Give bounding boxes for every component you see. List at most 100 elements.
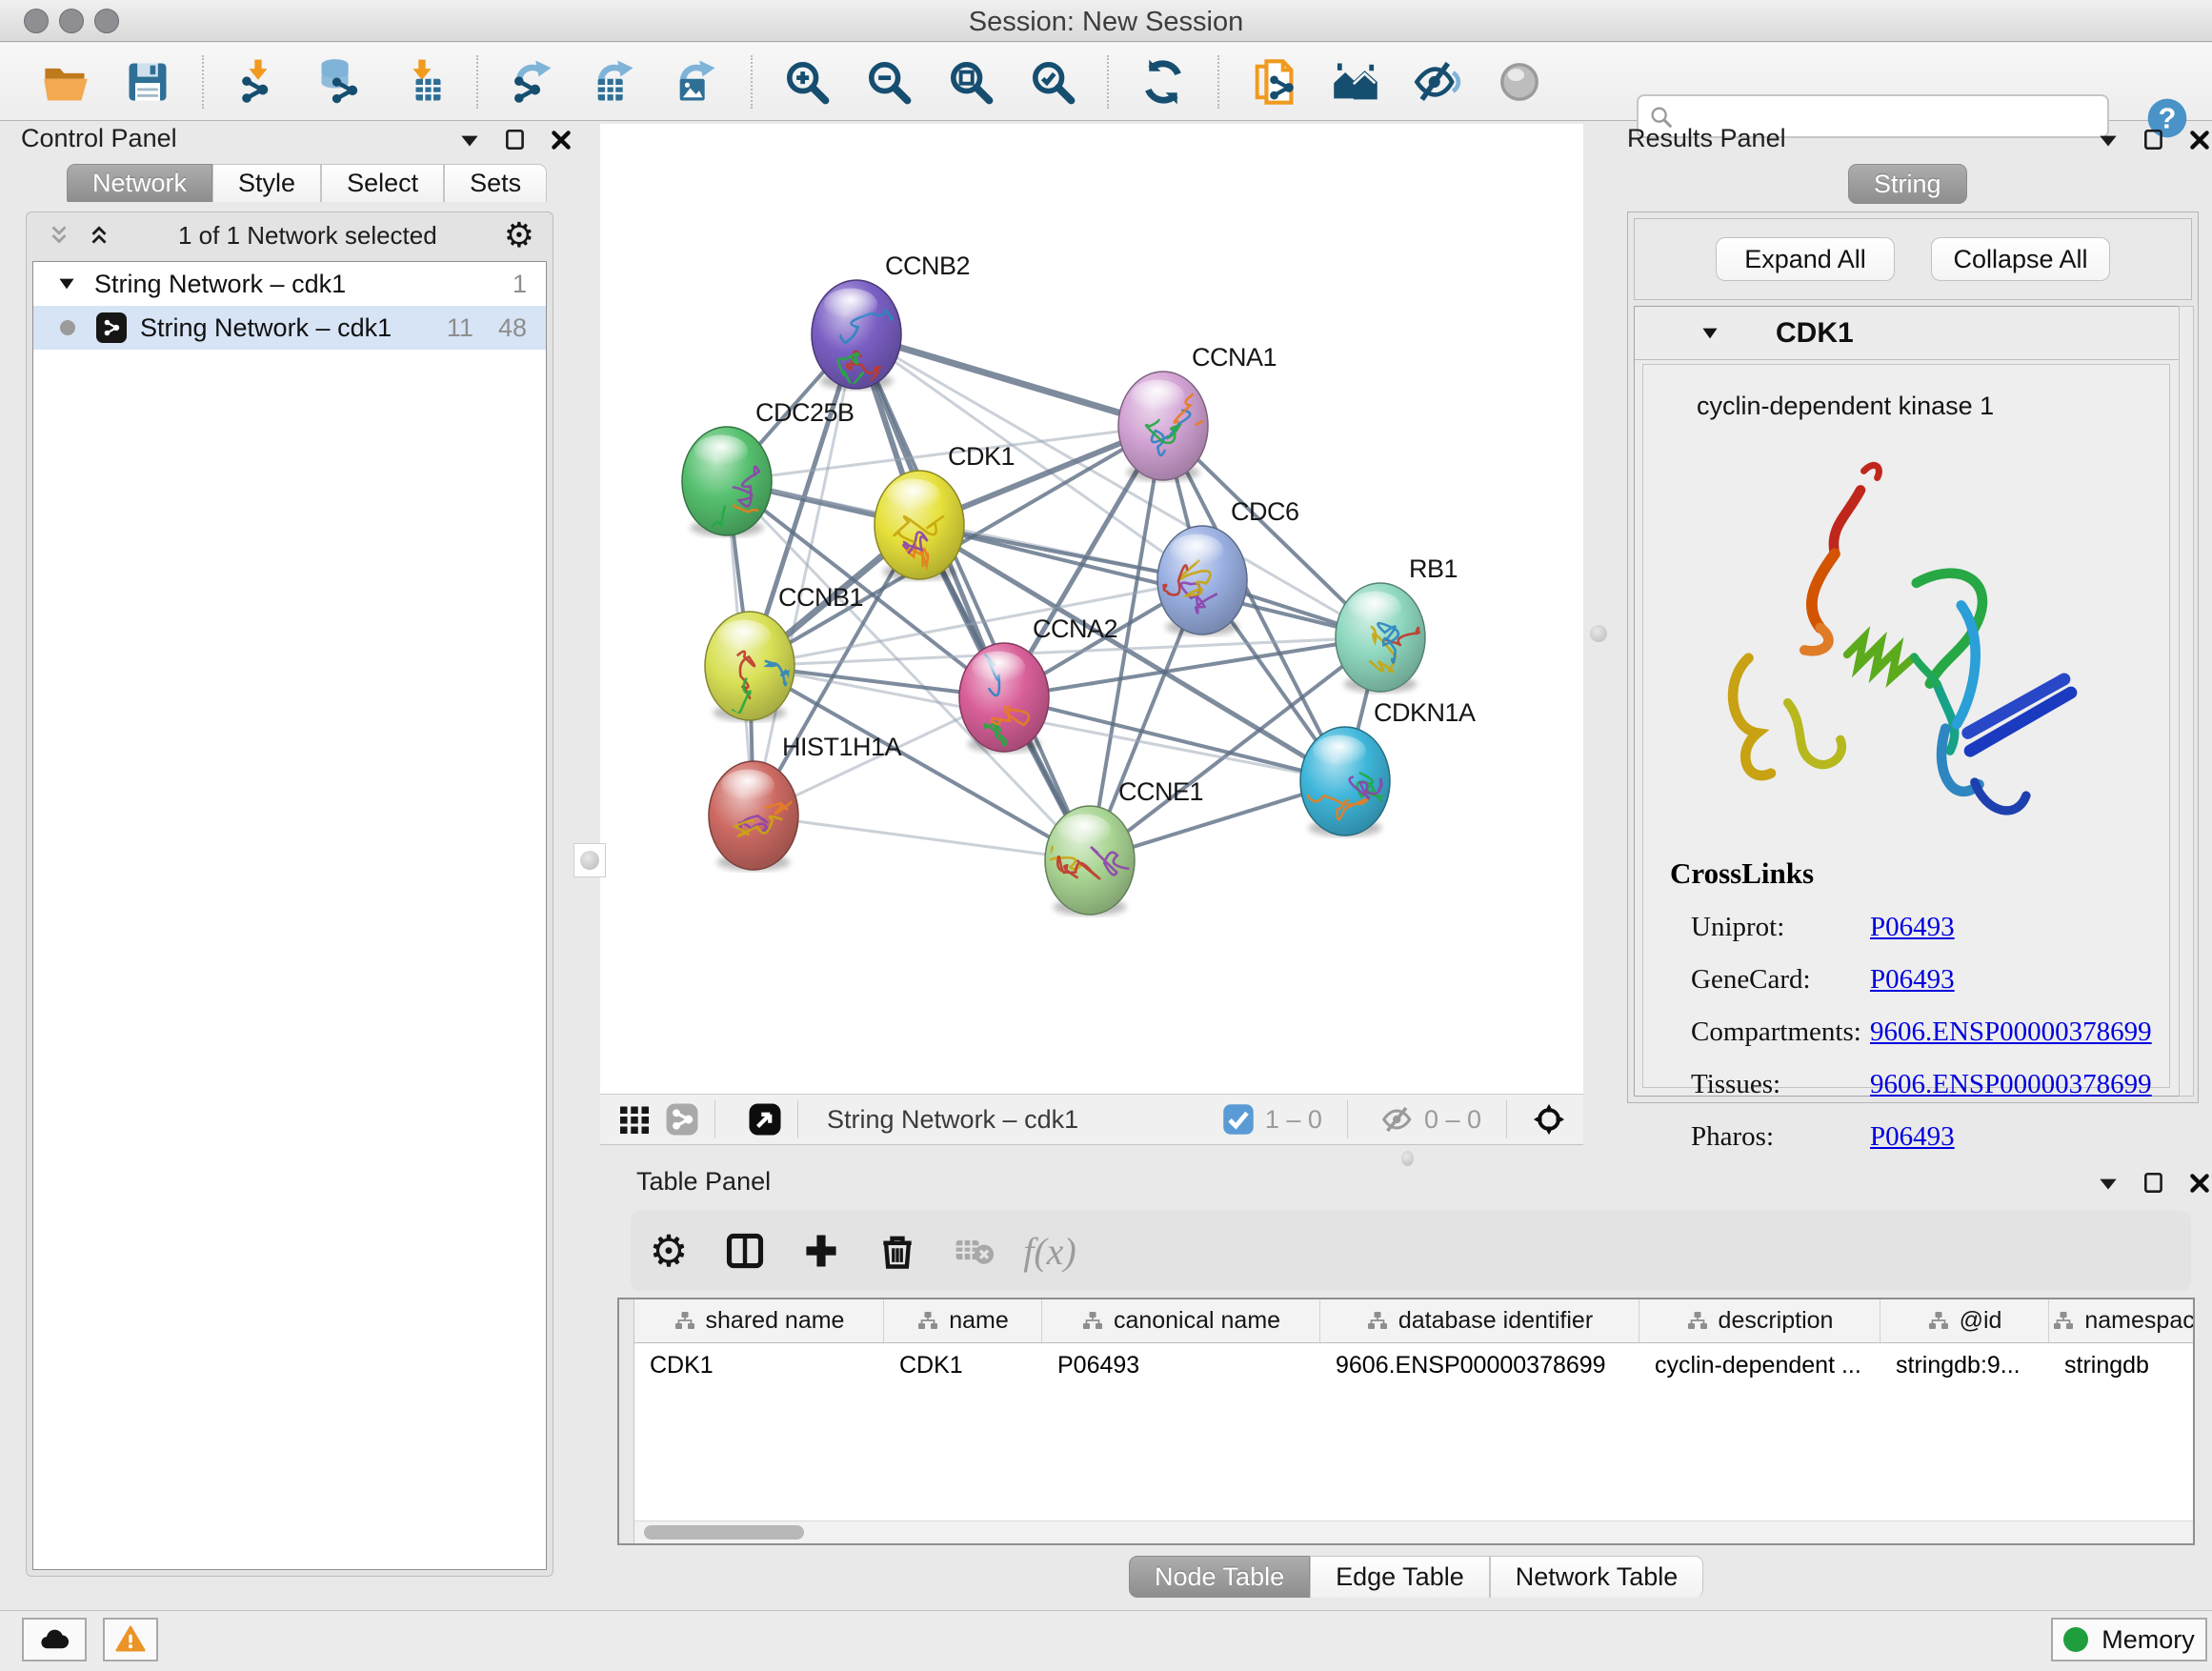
tab-network-table[interactable]: Network Table [1490,1556,1704,1598]
expand-all-tree-icon[interactable] [87,223,111,248]
collapse-all-button[interactable]: Collapse All [1931,237,2110,281]
tab-network[interactable]: Network [67,164,212,202]
crosslink-link[interactable]: P06493 [1870,1121,1955,1153]
network-row[interactable]: String Network – cdk1 11 48 [33,306,546,350]
column-header-shared-name[interactable]: shared name [634,1299,884,1342]
warning-button[interactable] [103,1618,158,1661]
tab-select[interactable]: Select [321,164,444,202]
birdseye-icon[interactable] [748,1102,782,1137]
grid-view-icon[interactable] [617,1102,652,1137]
crosslink-row: GeneCard:P06493 [1670,964,2152,996]
memory-status-dot [2063,1627,2088,1652]
vertical-splitter-right[interactable] [1584,617,1613,650]
node-label: CDC25B [755,398,855,427]
cell-@id[interactable]: stringdb:9... [1880,1343,2049,1387]
maximize-icon[interactable] [2142,128,2166,152]
float-panel-icon[interactable] [2096,128,2121,152]
column-header-canonical-name[interactable]: canonical name [1042,1299,1320,1342]
network-view-title: String Network – cdk1 [827,1105,1078,1135]
zoom-out-icon[interactable] [859,52,918,111]
triangle-down-icon[interactable] [54,272,79,296]
cell-description[interactable]: cyclin-dependent ... [1639,1343,1880,1387]
zoom-fit-icon[interactable] [941,52,1000,111]
cell-shared-name[interactable]: CDK1 [634,1343,884,1387]
memory-button[interactable]: Memory [2051,1618,2207,1661]
plus-icon[interactable] [798,1228,844,1274]
crosshair-icon[interactable] [1532,1102,1566,1137]
home-icon[interactable] [1326,52,1385,111]
column-header-namespace[interactable]: namespace [2049,1299,2195,1342]
crosslink-link[interactable]: 9606.ENSP00000378699 [1870,1017,2152,1048]
float-panel-icon[interactable] [2096,1171,2121,1196]
title-bar: Session: New Session [0,0,2212,42]
crosslink-link[interactable]: 9606.ENSP00000378699 [1870,1069,2152,1100]
close-icon[interactable] [2187,1171,2212,1196]
float-panel-icon[interactable] [457,128,482,152]
vertical-splitter-left[interactable] [573,843,606,877]
table-toolbar: ⚙ f(x) [631,1211,2191,1291]
export-image-icon[interactable] [667,52,726,111]
zoom-in-icon[interactable] [777,52,836,111]
open-string-network-icon[interactable] [1244,52,1303,111]
horizontal-splitter[interactable] [1395,1149,1419,1168]
cloud-button[interactable] [22,1618,87,1661]
tab-string[interactable]: String [1848,164,1967,204]
close-icon[interactable] [549,128,573,152]
delete-column-icon [951,1228,996,1274]
hscroll-thumb[interactable] [644,1525,804,1540]
cell-canonical-name[interactable]: P06493 [1042,1343,1320,1387]
maximize-icon[interactable] [2142,1171,2166,1196]
import-table-icon[interactable] [392,52,452,111]
trash-icon[interactable] [875,1228,920,1274]
tab-edge-table[interactable]: Edge Table [1310,1556,1490,1598]
gear-icon[interactable]: ⚙ [504,215,534,255]
cell-name[interactable]: CDK1 [884,1343,1042,1387]
import-network-database-icon[interactable] [311,52,370,111]
results-panel-title: Results Panel [1627,124,1786,153]
cell-database-identifier[interactable]: 9606.ENSP00000378699 [1320,1343,1639,1387]
warning-icon [114,1623,147,1656]
control-panel: Control Panel NetworkStyleSelectSets 1 o… [11,124,564,1599]
close-icon[interactable] [2187,128,2212,152]
column-header-name[interactable]: name [884,1299,1042,1342]
network-collection-row[interactable]: String Network – cdk1 1 [33,262,546,306]
network-badge-icon [96,312,127,343]
column-header-description[interactable]: description [1639,1299,1880,1342]
export-table-icon[interactable] [585,52,644,111]
import-network-icon[interactable] [229,52,288,111]
tab-style[interactable]: Style [212,164,321,202]
collapse-all-tree-icon[interactable] [47,223,71,248]
open-session-icon[interactable] [36,52,95,111]
checkbox-checked-icon[interactable] [1221,1102,1256,1137]
crosslink-link[interactable]: P06493 [1870,964,1955,996]
tab-node-table[interactable]: Node Table [1129,1556,1310,1598]
collapse-entry-icon[interactable] [1698,321,1722,346]
results-scrollbar[interactable] [2179,306,2194,1097]
cell-namespace[interactable]: stringdb [2049,1343,2195,1387]
entry-description: cyclin-dependent kinase 1 [1697,392,2169,421]
control-panel-title: Control Panel [21,124,177,153]
export-network-icon[interactable] [503,52,562,111]
network-list: String Network – cdk1 1 String Network –… [32,261,547,1570]
cdk1-entry: CDK1 cyclin-dependent kinase 1 [1634,306,2192,1097]
table-gear-icon[interactable]: ⚙ [646,1228,692,1274]
expand-all-button[interactable]: Expand All [1716,237,1895,281]
cloud-icon [38,1623,70,1656]
column-header-@id[interactable]: @id [1880,1299,2049,1342]
refresh-network-icon[interactable] [1134,52,1193,111]
save-session-icon[interactable] [118,52,177,111]
maximize-icon[interactable] [503,128,528,152]
eye-slash-icon[interactable] [1380,1102,1415,1137]
columns-icon[interactable] [722,1228,768,1274]
column-header-database-identifier[interactable]: database identifier [1320,1299,1639,1342]
share-view-icon[interactable] [665,1102,699,1137]
network-canvas[interactable]: CCNB2CCNA1CDC25BCDK1CDC6RB1CCNB1CCNA2CDK… [600,124,1583,1094]
table-row[interactable]: CDK1CDK1P064939606.ENSP00000378699cyclin… [634,1343,2193,1387]
tab-sets[interactable]: Sets [444,164,547,202]
hide-unhide-icon[interactable] [1408,52,1467,111]
crosslink-link[interactable]: P06493 [1870,912,1955,943]
inactive-sphere-icon[interactable] [1490,52,1549,111]
node-label: CCNA2 [1033,614,1117,643]
zoom-selected-icon[interactable] [1023,52,1082,111]
table-hscrollbar[interactable] [634,1520,2193,1543]
